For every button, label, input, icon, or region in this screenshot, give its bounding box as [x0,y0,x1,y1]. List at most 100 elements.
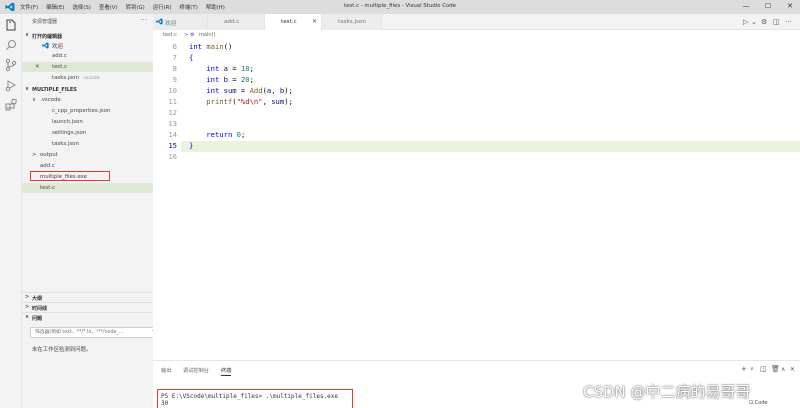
code-token: ); [284,86,293,95]
terminal-output: 30 [161,400,169,407]
code-token: = [227,64,241,73]
more-actions-button[interactable]: ··· [140,16,147,24]
open-editor-add-c[interactable]: add.c [22,51,153,61]
code-token: main [206,42,224,51]
tree-file-c-cpp-properties[interactable]: c_cpp_properties.json [22,106,153,116]
tree-folder-vscode[interactable]: ∨ .vscode [22,95,153,105]
open-editor-test-c[interactable]: ✕ test.c [22,62,153,72]
breadcrumb-symbol[interactable]: main() [199,32,215,38]
tree-file-test-c[interactable]: test.c [22,183,153,193]
code-editor[interactable]: 6 7 8 9 10 11 12 13 14 15 16 int main() { int a = 1… [153,40,800,360]
split-editor-icon[interactable]: ◫ [773,18,780,26]
watermark: CSDN @中二病的易哥哥 [583,383,751,401]
open-editor-tasks-json[interactable]: tasks.json .vscode [22,73,153,83]
chevron-down-icon[interactable]: ⌄ [751,18,757,26]
code-token: "%d\n" [236,97,263,106]
chevron-down-icon: ∨ [25,32,30,38]
editor-tabs: 欢迎 add.c test.c ✕ tasks.json ▷ ⌄ ⚙ ◫ ··· [153,14,800,30]
add-terminal-button[interactable]: + [741,365,747,373]
run-icon[interactable]: ▷ [743,18,748,26]
tree-file-tasks-json[interactable]: tasks.json [22,139,153,149]
terminal-prompt: PS E:\VScode\multiple_files> .\multiple_… [161,393,339,400]
problems-empty-message: 未在工作区检测到问题。 [32,347,92,353]
code-token: sum [223,86,237,95]
chevron-up-icon[interactable]: ∧ [781,366,785,373]
code-token: ); [284,97,293,106]
tab-label: tasks.json [338,18,366,25]
code-token: { [189,53,194,62]
split-terminal-icon[interactable]: ◫ [760,365,767,373]
chevron-down-icon: ∨ [25,314,30,320]
trash-icon[interactable]: 🗑 [771,365,780,373]
open-editors-title: 打开的编辑器 [32,33,63,40]
breadcrumb-separator: > [184,32,189,38]
vscode-logo-icon [156,18,163,25]
extensions-icon[interactable] [4,98,18,112]
line-number: 11 [168,97,177,106]
close-window-button[interactable]: ✕ [782,2,798,10]
code-token: () [223,42,233,51]
tab-test-c[interactable]: test.c ✕ [265,14,322,30]
explorer-icon[interactable] [4,18,18,32]
line-number: 10 [168,86,177,95]
gear-icon[interactable]: ⚙ [761,18,767,26]
open-editor-welcome[interactable]: 欢迎 [22,40,153,50]
code-token: 10 [240,64,250,73]
tab-add-c[interactable]: add.c [208,14,265,30]
code-token: sum [271,97,285,106]
panel-tab-debug-console[interactable]: 调试控制台 [183,367,209,374]
tree-file-settings-json[interactable]: settings.json [22,128,153,138]
close-icon[interactable]: ✕ [35,64,40,70]
project-title: MULTIPLE_FILES [32,86,77,93]
tab-tasks-json[interactable]: tasks.json [322,14,382,30]
outline-section[interactable]: > 大纲 [22,292,153,302]
current-line-highlight [181,141,800,152]
more-icon[interactable]: ··· [785,18,792,26]
code-token: ; [249,75,254,84]
line-number: 8 [172,64,177,73]
code-line: } [189,141,193,150]
code-token: } [189,141,194,150]
tab-label: 欢迎 [165,20,177,27]
tree-folder-output[interactable]: > output [22,150,153,160]
panel-tab-output[interactable]: 输出 [161,367,171,374]
side-terminal-item[interactable]: ⊡ Code [749,400,768,406]
chevron-down-icon: ∨ [32,97,36,103]
open-editors-section[interactable]: ∨ 打开的编辑器 [22,31,153,40]
code-token: ; [240,130,246,139]
breadcrumb-file[interactable]: test.c [163,32,177,38]
outline-title: 大纲 [32,295,43,302]
problems-filter [30,327,164,338]
tree-item-label: test.c [40,185,56,191]
close-tab-icon[interactable]: ✕ [312,18,317,25]
code-line: int sum = Add(a, b); [189,86,293,95]
problems-section[interactable]: ∨ 问题 [22,312,153,322]
close-panel-icon[interactable]: ✕ [790,366,795,373]
tree-file-launch-json[interactable]: launch.json [22,117,153,127]
minimize-button[interactable]: — [738,2,754,10]
chevron-right-icon: > [25,294,30,300]
timeline-section[interactable]: > 时间线 [22,302,153,312]
code-line: int main() [189,42,232,51]
run-debug-icon[interactable] [4,78,18,92]
code-token: , [262,97,272,106]
project-section[interactable]: ∨ MULTIPLE_FILES [22,85,153,94]
cube-icon: ⚙ [190,32,195,38]
timeline-title: 时间线 [32,305,48,312]
breadcrumb: test.c > ⚙ main() [153,30,800,40]
code-token: ; [249,64,254,73]
tab-welcome[interactable]: 欢迎 [153,14,208,30]
line-number: 12 [168,108,177,117]
source-control-icon[interactable] [4,58,18,72]
chevron-down-icon[interactable]: ∨ [750,366,754,372]
problems-filter-input[interactable] [35,328,145,337]
panel-tab-terminal[interactable]: 终端 [221,367,232,376]
tree-item-label: add.c [40,163,55,169]
tree-item-label: launch.json [52,119,83,125]
maximize-button[interactable]: ☐ [760,2,776,10]
sidebar-title: 资源管理器 [32,19,58,25]
search-icon[interactable] [4,38,18,52]
tree-item-label: settings.json [52,130,87,136]
chevron-right-icon: > [25,304,30,310]
tree-file-add-c[interactable]: add.c [22,161,153,171]
